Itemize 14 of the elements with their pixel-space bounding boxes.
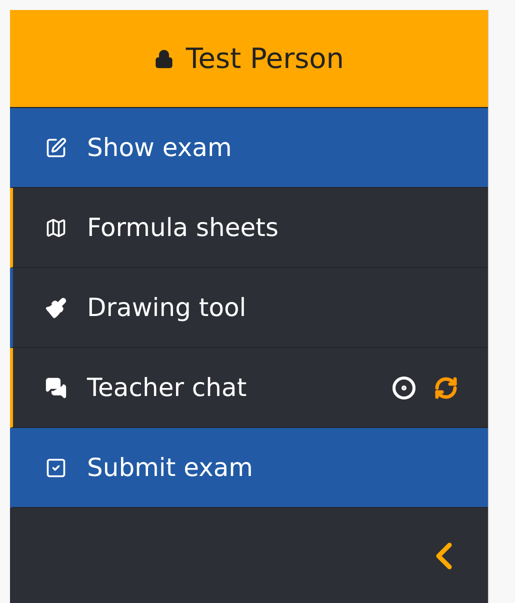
status-dot-icon <box>392 376 416 400</box>
map-icon <box>45 216 67 238</box>
chat-icon <box>45 376 67 398</box>
edit-icon <box>45 136 67 158</box>
menu-item[interactable]: Teacher chat <box>10 348 488 428</box>
menu-item[interactable]: Drawing tool <box>10 268 488 348</box>
lock-icon <box>154 48 174 68</box>
menu-item[interactable]: Show exam <box>10 108 488 188</box>
menu-item[interactable]: Formula sheets <box>10 188 488 268</box>
checkbox-icon <box>45 456 67 478</box>
user-name: Test Person <box>186 42 344 75</box>
paintbrush-icon <box>45 296 67 318</box>
menu-item[interactable]: Submit exam <box>10 428 488 508</box>
sync-icon <box>434 376 458 400</box>
